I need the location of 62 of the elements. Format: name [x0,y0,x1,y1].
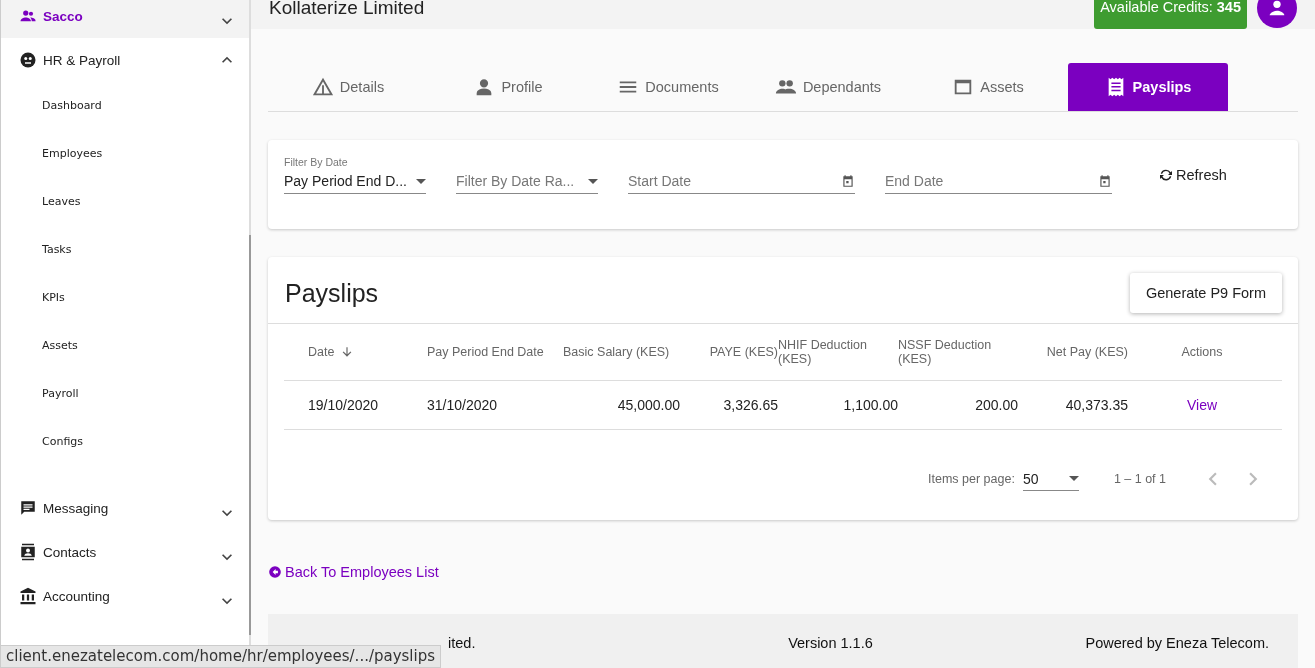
scrollbar[interactable] [249,235,251,635]
back-link[interactable]: Back To Employees List [268,564,439,580]
warning-icon [311,76,334,98]
calendar-icon[interactable] [1098,174,1112,188]
tab[interactable]: Details [268,63,428,111]
column-header[interactable]: NSSF Deduction (KES) [898,338,1018,366]
date-field[interactable]: End Date [885,169,1112,194]
face-icon [19,51,37,69]
card-title: Payslips [285,278,379,308]
table-cell-text: 45,000.00 [616,397,681,413]
column-header[interactable]: NHIF Deduction (KES) [778,338,898,366]
sidebar-subitem[interactable]: Tasks [1,226,249,274]
tab[interactable]: Profile [428,63,588,111]
avatar-icon[interactable] [1257,0,1297,28]
column-header[interactable]: Net Pay (KES) [1018,345,1138,359]
sidebar-subitem[interactable]: Employees [1,130,249,178]
version-text: Version 1.1.6 [788,635,873,653]
calendar-icon[interactable] [841,174,855,188]
sidebar-item[interactable]: HR & Payroll [1,38,249,82]
refresh-button[interactable]: Refresh [1158,165,1227,185]
table-cell-text: 3,326.65 [722,397,778,413]
tab[interactable]: Payslips [1068,63,1228,111]
sidebar-subitem[interactable]: Dashboard [1,82,249,130]
column-header[interactable]: Date [284,345,427,359]
view-link[interactable]: View [1186,397,1218,413]
sidebar-subitem[interactable]: Assets [1,322,249,370]
copyright-text: ited. [448,635,476,653]
column-header[interactable]: Basic Salary (KES) [563,345,684,359]
chat-icon [19,499,37,517]
table-cell-text: 31/10/2020 [427,397,499,413]
column-header[interactable]: Actions [1138,345,1266,359]
bank-icon [19,587,37,605]
sidebar-subitem[interactable]: Leaves [1,178,249,226]
tab[interactable]: Dependants [748,63,908,111]
tab[interactable]: Documents [588,63,748,111]
sidebar-item[interactable]: Accounting [1,574,249,618]
company-title: Kollaterize Limited [269,0,425,20]
contact-icon [19,543,37,561]
sidebar-subitem[interactable]: Payroll [1,370,249,418]
sidebar-item[interactable]: Sacco [1,0,249,38]
powered-by-text: Powered by Eneza Telecom. [1085,635,1269,653]
generate-button[interactable]: Generate P9 Form [1129,273,1282,313]
tab[interactable]: Assets [908,63,1068,111]
sidebar-subitem[interactable]: Configs [1,418,249,466]
select-field[interactable]: Filter By Date Pay Period End D... [284,156,426,194]
items-per-page-label: Items per page: [928,472,1015,486]
sidebar-subitem[interactable]: KPIs [1,274,249,322]
column-header[interactable]: PAYE (KES) [684,345,778,359]
select-field[interactable]: Filter By Date Ra... [456,169,598,194]
date-field[interactable]: Start Date [628,169,855,194]
credits-badge: Available Credits: 345 [1094,0,1247,29]
page-range: 1 – 1 of 1 [1113,472,1166,486]
sidebar-item[interactable]: Contacts [1,530,249,574]
sidebar-item[interactable]: Messaging [1,486,249,530]
table-cell-text: 40,373.35 [1064,397,1129,413]
table-cell-text: 1,100.00 [842,397,898,413]
status-url: client.enezatelecom.com/home/hr/employees/.../payslips [0,645,442,668]
table-cell-text: 19/10/2020 [307,397,380,413]
refresh-icon [1158,167,1174,183]
column-header[interactable]: Pay Period End Date [427,345,563,359]
page-size-select[interactable]: 50 [1022,467,1079,491]
table-cell-text: 200.00 [974,397,1018,413]
